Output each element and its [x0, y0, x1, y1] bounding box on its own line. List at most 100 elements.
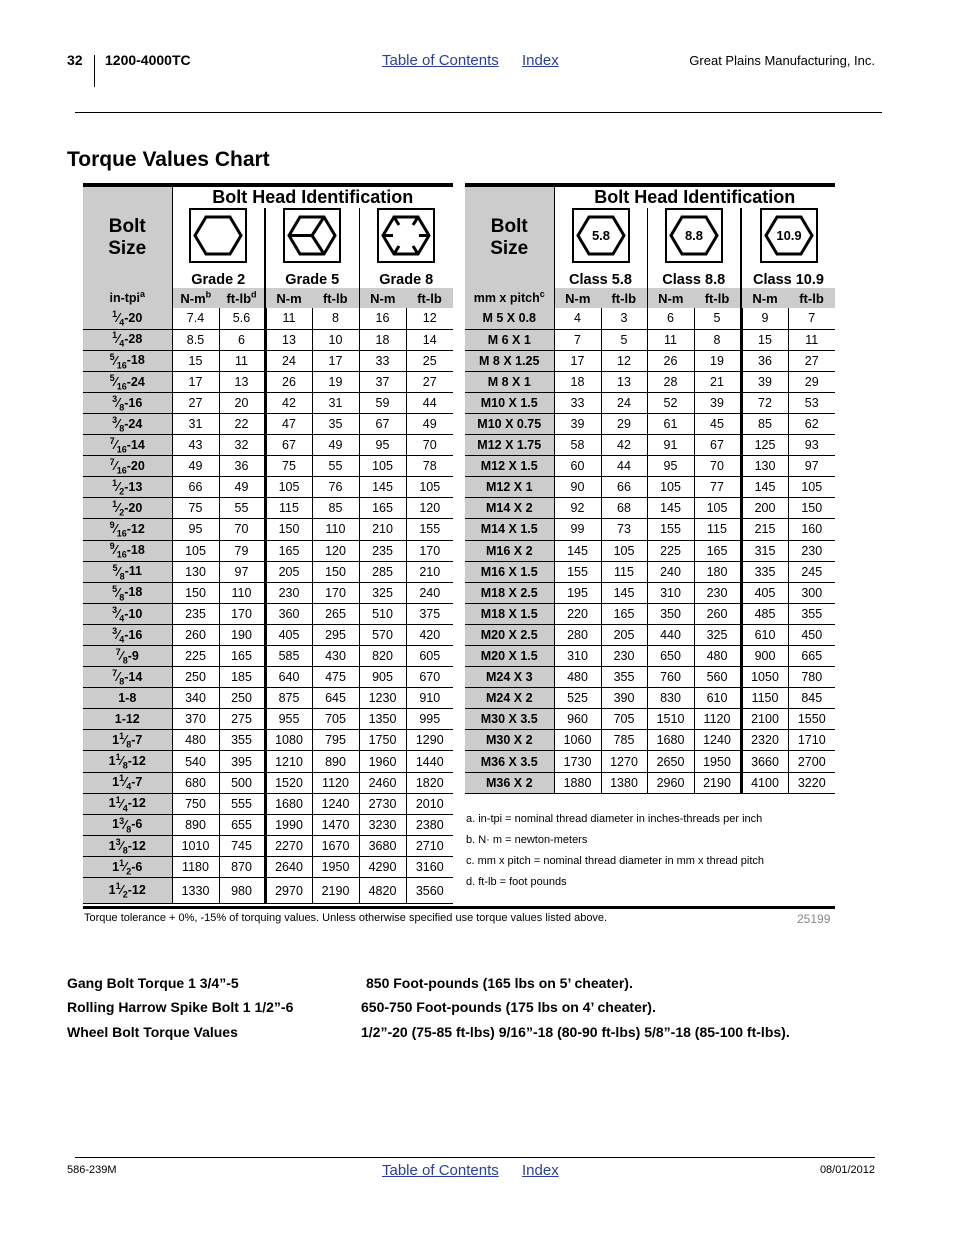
size-fraction: 9⁄16 — [109, 541, 127, 560]
torque-value: 1240 — [311, 793, 359, 815]
bolt-size-cell: M20 X 1.5 — [465, 645, 555, 668]
unit-label: N-m — [554, 288, 601, 308]
table-row: M20 X 2.5 280 205 440 325 610 450 — [465, 624, 835, 647]
torque-value: 19 — [311, 371, 359, 393]
torque-value: 115 — [600, 561, 647, 583]
torque-value: 230 — [787, 540, 835, 562]
table-row: M18 X 2.5 195 145 310 230 405 300 — [465, 582, 835, 604]
torque-value: 12 — [405, 308, 453, 330]
torque-value: 105 — [171, 540, 219, 562]
torque-value: 1060 — [553, 729, 601, 752]
torque-value: 120 — [405, 497, 453, 520]
bolt-size-cell: M36 X 2 — [465, 772, 555, 794]
size-fraction: 1⁄4 — [112, 330, 125, 349]
unit-label: ft-lb — [406, 288, 453, 308]
torque-value: 32 — [218, 434, 265, 457]
torque-value: 9 — [739, 308, 788, 330]
torque-value: 11 — [646, 329, 694, 351]
fraction-numerator: 1 — [119, 731, 125, 742]
torque-value: 29 — [600, 413, 647, 436]
hex-plain-icon — [189, 208, 248, 263]
bolt-size-cell: M20 X 2.5 — [465, 624, 555, 647]
table-row: M16 X 1.5 155 115 240 180 335 245 — [465, 561, 835, 583]
size-fraction: 1⁄2 — [112, 499, 125, 518]
torque-value: 93 — [787, 434, 835, 457]
torque-value: 92 — [553, 497, 601, 520]
size-tpi: -12 — [127, 838, 146, 853]
bolt-size-cell: M18 X 1.5 — [465, 603, 555, 625]
size-tpi: -24 — [124, 416, 143, 431]
torque-value: 170 — [218, 603, 265, 625]
bolt-size-cell: M36 X 3.5 — [465, 750, 555, 773]
table-row: 1⁄2-13 66 49 105 76 145 105 — [83, 476, 453, 499]
torque-value: 1820 — [405, 772, 453, 794]
torque-value: 2270 — [263, 835, 312, 857]
size-tpi: -12 — [126, 522, 145, 537]
note-label: Wheel Bolt Torque Values — [67, 1024, 238, 1040]
torque-value: 105 — [646, 476, 694, 499]
bolt-size-cell: 3⁄8-24 — [83, 413, 173, 436]
header-toc-link[interactable]: Table of Contents — [382, 52, 499, 69]
torque-value: 1470 — [311, 814, 359, 836]
fraction-denominator: 16 — [116, 360, 127, 371]
header-rule — [75, 112, 882, 113]
bolt-size-cell: 5⁄16-24 — [83, 371, 173, 393]
torque-value: 3680 — [358, 835, 406, 857]
torque-value: 1150 — [739, 687, 788, 710]
torque-value: 980 — [218, 877, 265, 905]
torque-value: 375 — [405, 603, 453, 625]
size-tpi: -12 — [127, 754, 146, 769]
footer-toc-link[interactable]: Table of Contents — [382, 1162, 499, 1179]
fraction-numerator: 7 — [112, 667, 118, 678]
table-row: 1-8 340 250 875 645 1230 910 — [83, 687, 453, 710]
torque-value: 5 — [600, 329, 647, 351]
torque-value: 355 — [787, 603, 835, 625]
torque-value: 780 — [787, 666, 835, 689]
torque-value: 75 — [171, 497, 219, 520]
torque-value: 680 — [171, 772, 219, 794]
torque-value: 1750 — [358, 729, 406, 752]
footer-index-link[interactable]: Index — [522, 1162, 559, 1179]
size-tpi: -12 — [121, 712, 140, 727]
torque-value: 1290 — [405, 729, 453, 752]
size-tpi: -11 — [124, 564, 142, 579]
fraction-numerator: 1 — [112, 330, 118, 341]
bolt-size-cell: M24 X 2 — [465, 687, 555, 710]
torque-value: 2320 — [739, 729, 788, 752]
torque-value: 650 — [646, 645, 694, 668]
torque-value: 115 — [263, 497, 312, 520]
bolt-size-cell: 11⁄4-7 — [83, 772, 173, 794]
torque-value: 8.5 — [171, 329, 219, 351]
torque-value: 610 — [739, 624, 788, 647]
size-tpi: -9 — [127, 648, 139, 663]
torque-value: 36 — [218, 455, 265, 478]
note-label: Rolling Harrow Spike Bolt 1 1/2”-6 — [67, 999, 294, 1015]
torque-value: 350 — [646, 603, 694, 625]
header-index-link[interactable]: Index — [522, 52, 559, 69]
torque-value: 7.4 — [171, 308, 219, 330]
torque-value: 18 — [553, 371, 601, 393]
torque-value: 4 — [553, 308, 601, 330]
torque-value: 165 — [693, 540, 741, 562]
size-tpi: -12 — [127, 796, 146, 811]
fraction-numerator: 5 — [109, 372, 115, 383]
torque-value: 355 — [600, 666, 647, 689]
torque-value: 2190 — [693, 772, 741, 794]
torque-value: 105 — [405, 476, 453, 499]
bolt-size-cell: M18 X 2.5 — [465, 582, 555, 604]
footnote-d: d. ft-lb = foot pounds — [466, 876, 567, 888]
torque-value: 1380 — [600, 772, 647, 794]
torque-value: 13 — [263, 329, 312, 351]
torque-value: 49 — [311, 434, 359, 457]
torque-value: 120 — [311, 540, 359, 562]
table-row: M30 X 2 1060 785 1680 1240 2320 1710 — [465, 729, 835, 752]
table-row: 7⁄16-14 43 32 67 49 95 70 — [83, 434, 453, 457]
torque-value: 315 — [739, 540, 788, 562]
torque-value: 35 — [311, 413, 359, 436]
torque-value: 340 — [171, 687, 219, 710]
size-tpi: -20 — [124, 501, 143, 516]
torque-value: 6 — [218, 329, 265, 351]
table-row: 11⁄2-6 1180 870 2640 1950 4290 3160 — [83, 856, 453, 879]
note-value: 850 Foot-pounds (165 lbs on 5’ cheater). — [366, 975, 633, 991]
size-fraction: 3⁄8 — [119, 815, 132, 835]
